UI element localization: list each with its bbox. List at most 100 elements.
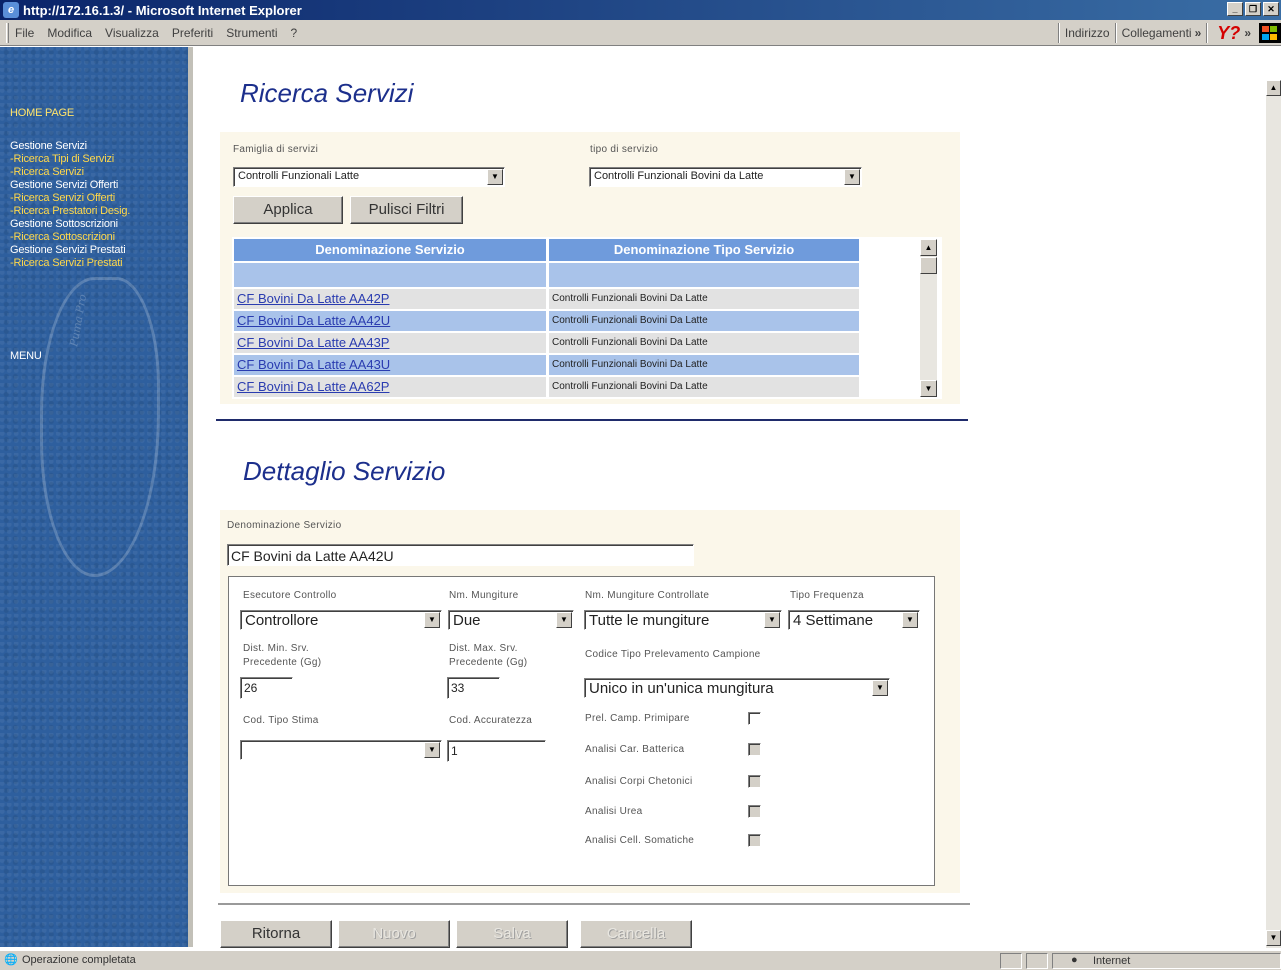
estimate-type-select[interactable]: ▼ [240,740,442,760]
checkbox-0[interactable] [748,712,761,725]
menu-tools[interactable]: Strumenti [226,26,277,40]
service-name-label: Denominazione Servizio [227,520,342,531]
sidebar-home-link[interactable]: HOME PAGE [10,107,74,119]
minimize-icon[interactable]: _ [1227,2,1243,16]
sidebar-link-7[interactable]: -Ricerca Sottoscrizioni [10,231,115,243]
close-icon[interactable]: ✕ [1263,2,1279,16]
table-row[interactable]: CF Bovini Da Latte AA43P Controlli Funzio… [234,333,859,353]
controlled-milkings-select[interactable]: Tutte le mungiture ▼ [584,610,782,630]
chevron-down-icon[interactable]: ▼ [487,169,503,185]
sidebar-link-1[interactable]: -Ricerca Tipi di Servizi [10,153,114,165]
clear-filters-button[interactable]: Pulisci Filtri [350,196,463,224]
chevron-down-icon[interactable]: ▼ [764,612,780,628]
menu-edit[interactable]: Modifica [47,26,92,40]
dist-min-input[interactable]: 26 [240,677,293,699]
table-scrollbar[interactable]: ▲ ▼ [920,239,937,397]
actions-divider [218,903,970,905]
scroll-up-icon[interactable]: ▲ [920,239,937,256]
sidebar-link-5[interactable]: -Ricerca Prestatori Desig. [10,205,130,217]
dist-max-label-2: Precedente (Gg) [449,657,528,668]
table-row[interactable]: CF Bovini Da Latte AA42U Controlli Funzio… [234,311,859,331]
sidebar-section-0[interactable]: Gestione Servizi [10,140,87,152]
sidebar-section-3[interactable]: Gestione Servizi Offerti [10,179,118,191]
page-scrollbar[interactable]: ▲ ▼ [1266,80,1281,948]
sidebar-link-4[interactable]: -Ricerca Servizi Offerti [10,192,115,204]
sample-type-select[interactable]: Unico in un'unica mungitura ▼ [584,678,890,698]
window-title-bar: e http://172.16.1.3/ - Microsoft Interne… [0,0,1281,20]
check-label-0: Prel. Camp. Primipare [585,713,690,724]
check-label-2: Analisi Corpi Chetonici [585,776,693,787]
service-name-input[interactable]: CF Bovini da Latte AA42U [227,544,694,566]
menu-file[interactable]: File [15,26,34,40]
executor-label: Esecutore Controllo [243,590,337,601]
estimate-type-label: Cod. Tipo Stima [243,715,319,726]
links-toolbar[interactable]: Collegamenti [1122,26,1192,40]
service-name-link[interactable]: CF Bovini Da Latte AA42P [234,289,546,309]
checkbox-2[interactable] [748,775,761,788]
yahoo-logo-icon[interactable]: Y? [1217,23,1240,44]
sidebar-section-6[interactable]: Gestione Sottoscrizioni [10,218,118,230]
table-row[interactable]: CF Bovini Da Latte AA62P Controlli Funzio… [234,377,859,397]
globe-icon: ● [1071,954,1078,966]
checkbox-4[interactable] [748,834,761,847]
accuracy-input[interactable]: 1 [447,740,546,762]
column-header-service-type[interactable]: Denominazione Tipo Servizio [549,239,859,261]
service-type-cell: Controlli Funzionali Bovini Da Latte [549,355,859,375]
table-row[interactable]: CF Bovini Da Latte AA42P Controlli Funzio… [234,289,859,309]
dist-max-label: Dist. Max. Srv. [449,643,518,654]
sidebar-link-9[interactable]: -Ricerca Servizi Prestati [10,257,123,269]
service-name-link[interactable]: CF Bovini Da Latte AA43U [234,355,546,375]
dist-min-label-2: Precedente (Gg) [243,657,322,668]
chevron-down-icon[interactable]: ▼ [424,742,440,758]
dist-max-input[interactable]: 33 [447,677,500,699]
sidebar: Puma Pro HOME PAGE Gestione Servizi -Rice… [0,47,193,947]
column-header-service-name[interactable]: Denominazione Servizio [234,239,546,261]
delete-button[interactable]: Cancella [580,920,692,948]
menu-help[interactable]: ? [291,26,298,40]
menu-favorites[interactable]: Preferiti [172,26,213,40]
service-type-select[interactable]: Controlli Funzionali Bovini da Latte ▼ [589,167,862,187]
search-section-title: Ricerca Servizi [240,78,414,108]
checkbox-3[interactable] [748,805,761,818]
section-divider [216,419,968,421]
new-button[interactable]: Nuovo [338,920,450,948]
table-row[interactable]: CF Bovini Da Latte AA43U Controlli Funzio… [234,355,859,375]
sidebar-section-8[interactable]: Gestione Servizi Prestati [10,244,126,256]
scroll-down-icon[interactable]: ▼ [920,380,937,397]
page-status-icon: 🌐 [4,954,18,966]
address-toolbar[interactable]: Indirizzo [1065,26,1110,40]
service-type-cell: Controlli Funzionali Bovini Da Latte [549,377,859,397]
check-label-4: Analisi Cell. Somatiche [585,835,695,846]
service-type-label: tipo di servizio [590,144,659,155]
chevron-down-icon[interactable]: ▼ [556,612,572,628]
apply-button[interactable]: Applica [233,196,343,224]
frequency-select[interactable]: 4 Settimane ▼ [788,610,920,630]
sample-type-label: Codice Tipo Prelevamento Campione [585,649,761,660]
maximize-icon[interactable]: ❐ [1245,2,1261,16]
chevron-down-icon[interactable]: ▼ [844,169,860,185]
links-chevron-icon[interactable]: » [1195,26,1202,40]
services-table: Denominazione Servizio Denominazione Tip… [232,237,942,399]
milkings-select[interactable]: Due ▼ [448,610,574,630]
service-name-link[interactable]: CF Bovini Da Latte AA43P [234,333,546,353]
scroll-thumb[interactable] [920,257,937,274]
service-name-link[interactable]: CF Bovini Da Latte AA42U [234,311,546,331]
frequency-label: Tipo Frequenza [790,590,864,601]
back-button[interactable]: Ritorna [220,920,332,948]
windows-logo-icon [1259,23,1281,43]
page-scroll-down-icon[interactable]: ▼ [1266,930,1281,946]
sidebar-link-2[interactable]: -Ricerca Servizi [10,166,84,178]
chevron-down-icon[interactable]: ▼ [872,680,888,696]
service-name-link[interactable]: CF Bovini Da Latte AA62P [234,377,546,397]
checkbox-1[interactable] [748,743,761,756]
toolbar-chevron-icon[interactable]: » [1244,26,1251,40]
chevron-down-icon[interactable]: ▼ [902,612,918,628]
executor-select[interactable]: Controllore ▼ [240,610,442,630]
menu-view[interactable]: Visualizza [105,26,159,40]
family-select[interactable]: Controlli Funzionali Latte ▼ [233,167,505,187]
save-button[interactable]: Salva [456,920,568,948]
page-scroll-up-icon[interactable]: ▲ [1266,80,1281,96]
menu-bar: File Modifica Visualizza Preferiti Strum… [0,20,1281,46]
controlled-milkings-label: Nm. Mungiture Controllate [585,590,710,601]
chevron-down-icon[interactable]: ▼ [424,612,440,628]
